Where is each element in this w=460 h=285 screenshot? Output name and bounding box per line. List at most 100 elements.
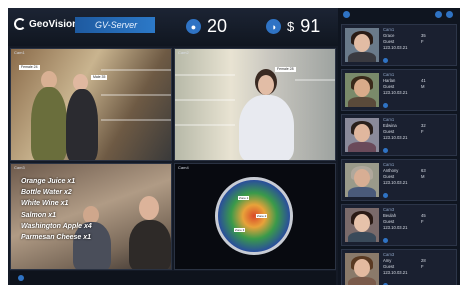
face-card[interactable]: Cam1 Harlan 41 Guest M 123.10.03.21 [341, 69, 457, 111]
camera-name: Cam1 [383, 27, 395, 32]
brand-logo: GeoVision [14, 18, 78, 30]
brand-name: GeoVision [29, 18, 79, 30]
face-thumbnail [345, 73, 379, 107]
detection-date: 123.10.03.21 [383, 225, 408, 230]
face-icon: ◑ [266, 19, 281, 34]
zone-label: Zone 2 [256, 214, 268, 218]
pos-item: Bottle Water x2 [21, 189, 72, 197]
header-bar: GeoVision GV-Server ● 20 ◑ $ 91 [8, 8, 338, 46]
shelf [295, 79, 335, 81]
camera-name: Cam1 [383, 117, 395, 122]
face-body [348, 142, 376, 152]
info-icon[interactable] [383, 238, 388, 243]
pos-item: White Wine x1 [21, 200, 69, 208]
pos-item: Orange Juice x1 [21, 178, 76, 185]
person-name: Anthony [383, 168, 399, 173]
detection-date: 123.10.03.21 [383, 135, 408, 140]
zone-label: Zone 1 [238, 196, 250, 200]
people-count: 20 [207, 16, 228, 36]
person-type: Guest [383, 39, 395, 44]
camera-label: Cam3 [14, 165, 25, 170]
shelf [175, 74, 235, 76]
fisheye-heatmap: Zone 1 Zone 2 Zone 3 [215, 177, 293, 255]
face-info: Cam1 Harlan 41 Guest M 123.10.03.21 [383, 72, 455, 96]
settings-icon[interactable] [435, 11, 442, 18]
face-card[interactable]: Cam1 Edwina 32 Guest F 123.10.03.21 [341, 114, 457, 156]
face-body [348, 187, 376, 197]
face-card[interactable]: Cam1 Grace 35 Guest F 123.10.03.21 [341, 24, 457, 66]
face-info: Cam1 Edwina 32 Guest F 123.10.03.21 [383, 117, 455, 141]
face-recognition-panel: Cam1 Grace 35 Guest F 123.10.03.21 Cam1 Ha… [338, 8, 460, 285]
pos-item: Washington Apple x4 [21, 222, 92, 230]
camera-label: Cam4 [178, 165, 189, 170]
revenue-count: 91 [300, 16, 321, 36]
people-counter: ● 20 [186, 16, 227, 37]
face-body [348, 97, 376, 107]
face-info: Cam3 Beulah 45 Guest F 123.10.03.21 [383, 207, 455, 231]
shelf [101, 94, 171, 96]
info-icon[interactable] [383, 103, 388, 108]
face-body [348, 232, 376, 242]
shelf [175, 99, 235, 101]
face-skin [354, 169, 370, 187]
camera-label: Cam2 [178, 50, 189, 55]
revenue-counter: ◑ $ 91 [266, 16, 320, 37]
detection-date: 123.10.03.21 [383, 180, 408, 185]
person-type: Guest [383, 174, 395, 179]
person-figure [239, 95, 294, 160]
face-card[interactable]: Cam3 Amy 28 Guest F 123.10.03.21 [341, 249, 457, 285]
camera-label: Cam1 [14, 50, 25, 55]
person-head [139, 196, 159, 220]
product-name: GV-Server [75, 17, 155, 33]
camera-tile-2[interactable]: Cam2 Female 28 [174, 48, 336, 161]
camera-tile-3[interactable]: Cam3 Orange Juice x1 Bottle Water x2 Whi… [10, 163, 172, 270]
face-card[interactable]: Cam1 Anthony 63 Guest M 123.10.03.21 [341, 159, 457, 201]
info-icon[interactable] [383, 193, 388, 198]
status-icon [18, 275, 24, 281]
face-card[interactable]: Cam3 Beulah 45 Guest F 123.10.03.21 [341, 204, 457, 246]
face-thumbnail [345, 208, 379, 242]
face-info: Cam3 Amy 28 Guest F 123.10.03.21 [383, 252, 455, 276]
camera-name: Cam1 [383, 72, 395, 77]
person-figure [66, 89, 98, 160]
face-skin [354, 259, 370, 277]
shelf [101, 119, 171, 121]
person-name: Amy [383, 258, 392, 263]
person-head [258, 75, 274, 95]
pos-item: Parmesan Cheese x1 [21, 234, 92, 242]
face-skin [354, 124, 370, 142]
currency-symbol: $ [287, 19, 295, 34]
face-thumbnail [345, 28, 379, 62]
camera-tile-1[interactable]: Cam1 Female 24 Male 35 [10, 48, 172, 161]
face-info: Cam1 Anthony 63 Guest M 123.10.03.21 [383, 162, 455, 186]
detection-date: 123.10.03.21 [383, 45, 408, 50]
menu-icon[interactable] [343, 11, 350, 18]
camera-tile-4[interactable]: Cam4 Zone 1 Zone 2 Zone 3 [174, 163, 336, 270]
camera-name: Cam3 [383, 252, 395, 257]
face-body [348, 277, 376, 285]
face-body [348, 52, 376, 62]
person-name: Grace [383, 33, 395, 38]
pos-item: Salmon x1 [21, 211, 57, 219]
person-name: Beulah [383, 213, 397, 218]
panel-toolbar [338, 8, 460, 22]
person-type: Guest [383, 264, 395, 269]
person-type: Guest [383, 219, 395, 224]
person-type: Guest [383, 84, 395, 89]
geovision-logo-icon [14, 18, 26, 30]
person-icon: ● [186, 19, 201, 34]
detection-tag: Male 35 [91, 75, 108, 80]
face-thumbnail [345, 253, 379, 285]
shelf [175, 124, 235, 126]
zone-label: Zone 3 [234, 228, 246, 232]
info-icon[interactable] [383, 58, 388, 63]
face-skin [354, 34, 370, 52]
person-name: Harlan [383, 78, 396, 83]
info-icon[interactable] [383, 148, 388, 153]
close-icon[interactable] [446, 11, 453, 18]
person-figure [129, 220, 171, 269]
detection-tag: Female 24 [19, 65, 40, 70]
status-bar [10, 271, 336, 285]
person-name: Edwina [383, 123, 397, 128]
pos-transaction-list: Orange Juice x1 Bottle Water x2 White Wi… [21, 176, 92, 243]
